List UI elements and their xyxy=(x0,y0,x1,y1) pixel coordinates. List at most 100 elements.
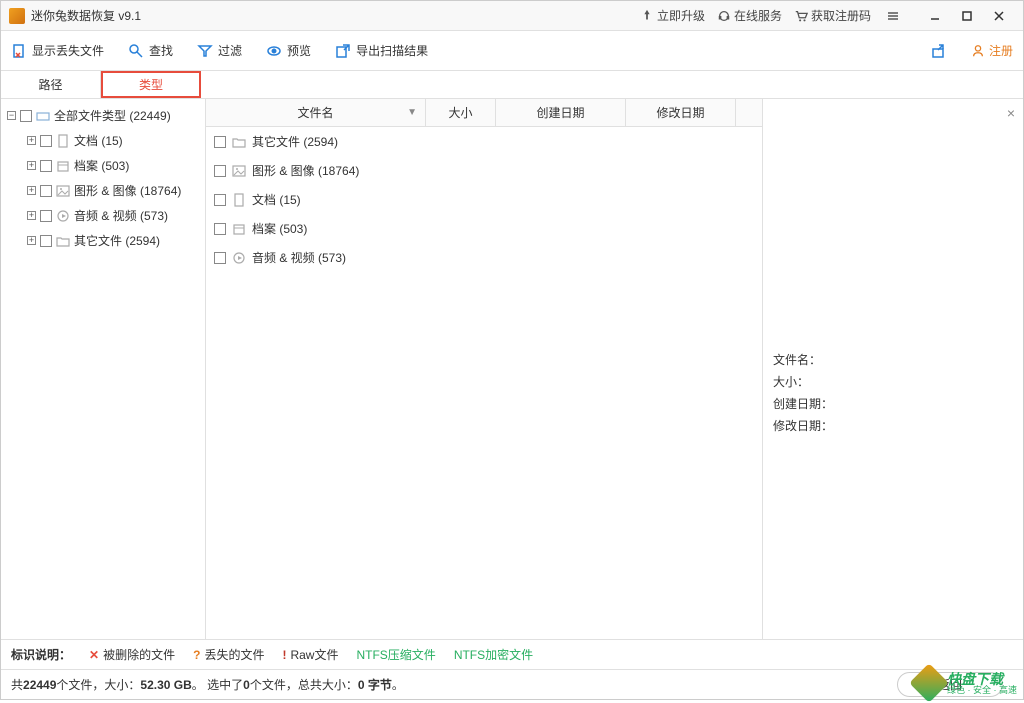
list-row-label: 图形 & 图像 (18764) xyxy=(252,162,359,179)
find-button[interactable]: 查找 xyxy=(128,42,173,59)
get-code-link[interactable]: 获取注册码 xyxy=(794,7,871,24)
headset-icon xyxy=(717,9,731,23)
image-icon xyxy=(56,184,70,198)
tree-root-label: 全部文件类型 (22449) xyxy=(54,107,171,124)
list-row[interactable]: 音频 & 视频 (573) xyxy=(206,243,762,272)
minimize-icon xyxy=(929,10,941,22)
export-label: 导出扫描结果 xyxy=(356,42,428,59)
upgrade-label: 立即升级 xyxy=(657,7,705,24)
list-row[interactable]: 图形 & 图像 (18764) xyxy=(206,156,762,185)
share-icon xyxy=(931,43,947,59)
close-button[interactable] xyxy=(983,2,1015,30)
legend-ntfs-comp: NTFS压缩文件 xyxy=(356,646,435,663)
tab-path[interactable]: 路径 xyxy=(1,71,101,98)
folder-icon xyxy=(56,234,70,248)
online-service-label: 在线服务 xyxy=(734,7,782,24)
preview-created: 创建日期： xyxy=(773,393,1013,415)
search-icon xyxy=(128,43,144,59)
col-modified[interactable]: 修改日期 xyxy=(626,99,736,126)
register-button[interactable]: 注册 xyxy=(971,42,1013,59)
export-icon xyxy=(335,43,351,59)
checkbox[interactable] xyxy=(214,194,226,206)
tree-root[interactable]: − 全部文件类型 (22449) xyxy=(1,103,205,128)
preview-close-button[interactable]: × xyxy=(1007,105,1015,121)
checkbox[interactable] xyxy=(214,136,226,148)
tree-item[interactable]: + 音频 & 视频 (573) xyxy=(1,203,205,228)
legend-lost: ?丢失的文件 xyxy=(193,646,264,663)
status-text: 共22449个文件，大小：52.30 GB。 选中了0个文件，总共大小：0 字节… xyxy=(11,676,404,693)
doc-icon xyxy=(232,193,246,207)
checkbox[interactable] xyxy=(214,223,226,235)
tree-item[interactable]: + 文档 (15) xyxy=(1,128,205,153)
expand-icon[interactable]: + xyxy=(27,161,36,170)
list-header: 文件名▼ 大小 创建日期 修改日期 xyxy=(206,99,762,127)
tree-item[interactable]: + 图形 & 图像 (18764) xyxy=(1,178,205,203)
close-icon xyxy=(993,10,1005,22)
maximize-icon xyxy=(961,10,973,22)
online-service-link[interactable]: 在线服务 xyxy=(717,7,782,24)
tree-item-label: 文档 (15) xyxy=(74,132,123,149)
legend-label: 标识说明： xyxy=(11,646,71,663)
filter-button[interactable]: 过滤 xyxy=(197,42,242,59)
person-icon xyxy=(971,44,985,58)
list-row[interactable]: 文档 (15) xyxy=(206,185,762,214)
checkbox[interactable] xyxy=(40,135,52,147)
watermark-main: 快盘下载 xyxy=(947,672,1017,686)
col-created[interactable]: 创建日期 xyxy=(496,99,626,126)
tree-item-label: 其它文件 (2594) xyxy=(74,232,160,249)
tree-item[interactable]: + 其它文件 (2594) xyxy=(1,228,205,253)
menu-button[interactable] xyxy=(877,2,909,30)
col-filename[interactable]: 文件名▼ xyxy=(206,99,426,126)
list-row[interactable]: 其它文件 (2594) xyxy=(206,127,762,156)
collapse-icon[interactable]: − xyxy=(7,111,16,120)
checkbox[interactable] xyxy=(40,185,52,197)
preview-label: 预览 xyxy=(287,42,311,59)
file-list-panel: 文件名▼ 大小 创建日期 修改日期 其它文件 (2594) 图形 & 图像 (1… xyxy=(206,99,763,639)
image-icon xyxy=(232,164,246,178)
show-lost-files-button[interactable]: 显示丢失文件 xyxy=(11,42,104,59)
app-icon xyxy=(9,8,25,24)
expand-icon[interactable]: + xyxy=(27,136,36,145)
filter-label: 过滤 xyxy=(218,42,242,59)
app-title: 迷你兔数据恢复 v9.1 xyxy=(31,7,141,24)
folder-icon xyxy=(232,135,246,149)
watermark-logo-icon xyxy=(909,663,949,703)
expand-icon[interactable]: + xyxy=(27,236,36,245)
preview-fields: 文件名： 大小： 创建日期： 修改日期： xyxy=(773,349,1013,437)
expand-icon[interactable]: + xyxy=(27,211,36,220)
preview-modified: 修改日期： xyxy=(773,415,1013,437)
archive-icon xyxy=(232,222,246,236)
preview-button[interactable]: 预览 xyxy=(266,42,311,59)
upgrade-link[interactable]: 立即升级 xyxy=(640,7,705,24)
checkbox[interactable] xyxy=(40,160,52,172)
find-label: 查找 xyxy=(149,42,173,59)
doc-icon xyxy=(56,134,70,148)
preview-filename: 文件名： xyxy=(773,349,1013,371)
share-button[interactable] xyxy=(931,43,947,59)
toolbar: 显示丢失文件 查找 过滤 预览 导出扫描结果 注册 xyxy=(1,31,1023,71)
checkbox[interactable] xyxy=(214,165,226,177)
col-size[interactable]: 大小 xyxy=(426,99,496,126)
tree-item-label: 音频 & 视频 (573) xyxy=(74,207,168,224)
tree-item[interactable]: + 档案 (503) xyxy=(1,153,205,178)
checkbox[interactable] xyxy=(40,210,52,222)
minimize-button[interactable] xyxy=(919,2,951,30)
list-row-label: 音频 & 视频 (573) xyxy=(252,249,346,266)
tree-item-label: 图形 & 图像 (18764) xyxy=(74,182,181,199)
checkbox[interactable] xyxy=(214,252,226,264)
expand-icon[interactable]: + xyxy=(27,186,36,195)
preview-panel: × 文件名： 大小： 创建日期： 修改日期： xyxy=(763,99,1023,639)
tab-type[interactable]: 类型 xyxy=(101,71,201,98)
list-row[interactable]: 档案 (503) xyxy=(206,214,762,243)
list-body: 其它文件 (2594) 图形 & 图像 (18764) 文档 (15) 档案 (… xyxy=(206,127,762,639)
eye-icon xyxy=(266,43,282,59)
checkbox[interactable] xyxy=(40,235,52,247)
tree-item-label: 档案 (503) xyxy=(74,157,129,174)
maximize-button[interactable] xyxy=(951,2,983,30)
preview-size: 大小： xyxy=(773,371,1013,393)
watermark-sub: 绿色 · 安全 · 高速 xyxy=(947,686,1017,695)
tabs: 路径 类型 xyxy=(1,71,1023,99)
filter-icon xyxy=(197,43,213,59)
export-button[interactable]: 导出扫描结果 xyxy=(335,42,428,59)
checkbox[interactable] xyxy=(20,110,32,122)
